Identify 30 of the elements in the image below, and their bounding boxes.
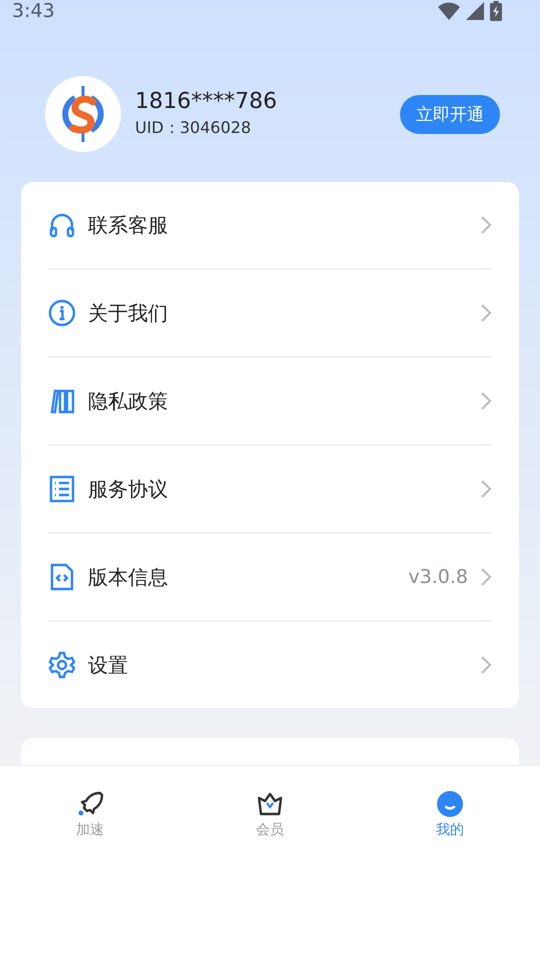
status-time: 3:43 [12, 0, 55, 22]
signal-icon [466, 2, 484, 20]
smiley-icon [436, 790, 464, 818]
chevron-icon [480, 215, 492, 235]
list-icon [48, 475, 76, 503]
version-value: v3.0.8 [408, 566, 468, 588]
menu-item[interactable]: 设置 [88, 652, 468, 678]
chevron-icon [480, 655, 492, 675]
crown-icon [256, 790, 284, 818]
code-file-icon [48, 563, 76, 591]
chevron-icon [480, 303, 492, 323]
phone-number: 1816****786 [135, 89, 278, 114]
activate-button[interactable]: 立即开通 [400, 94, 500, 134]
rocket-icon [76, 790, 104, 818]
menu-item[interactable]: 版本信息 [88, 564, 396, 590]
headset-icon [48, 211, 76, 239]
menu-item[interactable]: 联系客服 [88, 212, 468, 238]
menu-item[interactable]: 隐私政策 [88, 388, 468, 414]
chevron-icon [480, 391, 492, 411]
chevron-icon [480, 567, 492, 587]
info-icon [48, 299, 76, 327]
chevron-icon [480, 479, 492, 499]
wifi-icon [438, 2, 460, 20]
settings-icon [48, 651, 76, 679]
nav-tab[interactable]: 我的 [360, 790, 540, 839]
battery-icon [490, 1, 502, 21]
user-id: UID：3046028 [135, 118, 252, 139]
books-icon [48, 387, 76, 415]
menu-item[interactable]: 服务协议 [88, 476, 468, 502]
menu-item[interactable]: 关于我们 [88, 300, 468, 326]
